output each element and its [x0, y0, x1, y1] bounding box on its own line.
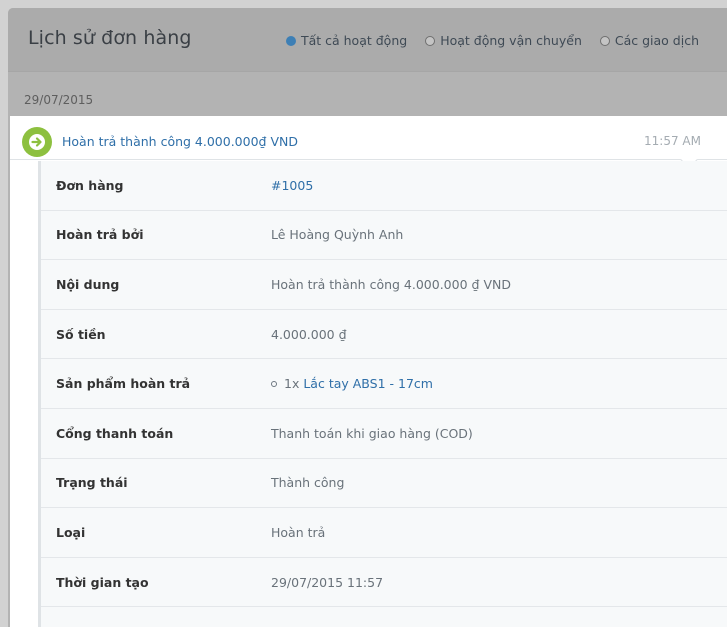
detail-value: Hoàn trả	[271, 524, 326, 540]
detail-row-products: Sản phẩm hoàn trả 1x Lắc tay ABS1 - 17cm	[41, 359, 727, 409]
activity-filter-group: Tất cả hoạt động Hoạt động vận chuyển Cá…	[268, 33, 699, 48]
detail-value: Hoàn trả thành công 4.000.000 ₫ VND	[271, 276, 511, 292]
panel-header: Lịch sử đơn hàng Tất cả hoạt động Hoạt đ…	[8, 8, 727, 72]
detail-row-created: Thời gian tạo 29/07/2015 11:57	[41, 558, 727, 608]
product-link[interactable]: Lắc tay ABS1 - 17cm	[303, 376, 433, 391]
timeline-event-card: Hoàn trả thành công 4.000.000₫ VND 11:57…	[10, 116, 727, 627]
detail-label: Nội dung	[56, 276, 120, 292]
detail-value: 4.000.000 ₫	[271, 326, 347, 342]
filter-all-activity-label: Tất cả hoạt động	[300, 33, 408, 48]
detail-row-amount: Số tiền 4.000.000 ₫	[41, 310, 727, 360]
detail-label: Trạng thái	[56, 475, 128, 491]
radio-unchecked-icon[interactable]	[425, 35, 436, 46]
filter-shipping-activity-label: Hoạt động vận chuyển	[440, 33, 582, 48]
detail-label: Hoàn trả bởi	[56, 227, 144, 243]
detail-label: Cổng thanh toán	[56, 425, 174, 441]
radio-unchecked-icon[interactable]	[599, 35, 610, 46]
detail-label: Loại	[56, 524, 86, 540]
radio-checked-icon[interactable]	[285, 35, 296, 46]
page-title: Lịch sử đơn hàng	[28, 27, 192, 49]
filter-transactions-label: Các giao dịch	[614, 33, 699, 48]
product-item: 1x Lắc tay ABS1 - 17cm	[271, 376, 433, 391]
order-history-panel: Lịch sử đơn hàng Tất cả hoạt động Hoạt đ…	[8, 8, 727, 627]
timeline-date: 29/07/2015	[24, 93, 94, 107]
detail-value: Lê Hoàng Quỳnh Anh	[271, 227, 404, 243]
detail-label: Sản phẩm hoàn trả	[56, 376, 191, 392]
detail-value: Thành công	[271, 475, 345, 491]
detail-row-refunded-by: Hoàn trả bởi Lê Hoàng Quỳnh Anh	[41, 211, 727, 261]
detail-label: Số tiền	[56, 326, 106, 342]
filter-shipping-activity[interactable]: Hoạt động vận chuyển	[425, 33, 582, 48]
detail-row-order: Đơn hàng #1005	[41, 161, 727, 211]
filter-transactions[interactable]: Các giao dịch	[599, 33, 699, 48]
detail-row-status: Trạng thái Thành công	[41, 459, 727, 509]
bullet-icon	[271, 380, 277, 387]
detail-row-content: Nội dung Hoàn trả thành công 4.000.000 ₫…	[41, 260, 727, 310]
order-link[interactable]: #1005	[271, 178, 313, 193]
detail-label: Thời gian tạo	[56, 574, 149, 590]
detail-value: 29/07/2015 11:57	[271, 574, 384, 590]
event-header[interactable]: Hoàn trả thành công 4.000.000₫ VND 11:57…	[10, 116, 727, 169]
event-title: Hoàn trả thành công 4.000.000₫ VND	[62, 134, 298, 149]
arrow-right-icon	[22, 127, 52, 157]
detail-value: Thanh toán khi giao hàng (COD)	[271, 425, 473, 441]
detail-row-gateway: Cổng thanh toán Thanh toán khi giao hàng…	[41, 409, 727, 459]
detail-label: Đơn hàng	[56, 177, 124, 193]
event-details: Đơn hàng #1005 Hoàn trả bởi Lê Hoàng Quỳ…	[38, 161, 727, 627]
filter-all-activity[interactable]: Tất cả hoạt động	[285, 33, 408, 48]
product-quantity: 1x	[284, 376, 300, 392]
event-time: 11:57 AM	[644, 134, 701, 148]
detail-row-type: Loại Hoàn trả	[41, 508, 727, 558]
